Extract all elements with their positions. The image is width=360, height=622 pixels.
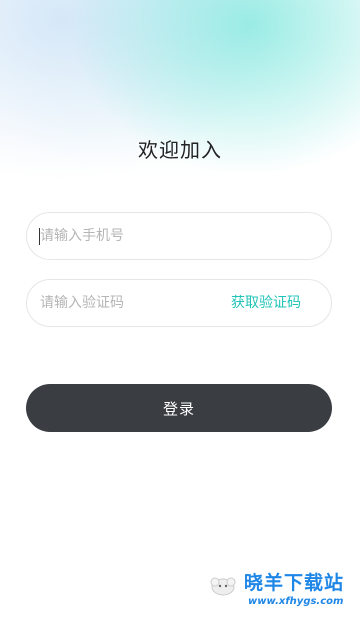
watermark-name: 晓羊下载站 (244, 572, 345, 594)
phone-field[interactable] (26, 212, 332, 260)
get-code-button[interactable]: 获取验证码 (231, 280, 301, 326)
verification-code-field[interactable]: 获取验证码 (26, 279, 332, 327)
verification-code-input[interactable] (40, 280, 210, 326)
sheep-icon (210, 577, 236, 596)
site-watermark: 晓羊下载站 www.xfhygs.com (206, 568, 356, 614)
phone-input[interactable] (40, 213, 310, 259)
watermark-url: www.xfhygs.com (248, 596, 344, 607)
page-title: 欢迎加入 (138, 138, 222, 162)
login-button[interactable]: 登录 (26, 384, 332, 432)
